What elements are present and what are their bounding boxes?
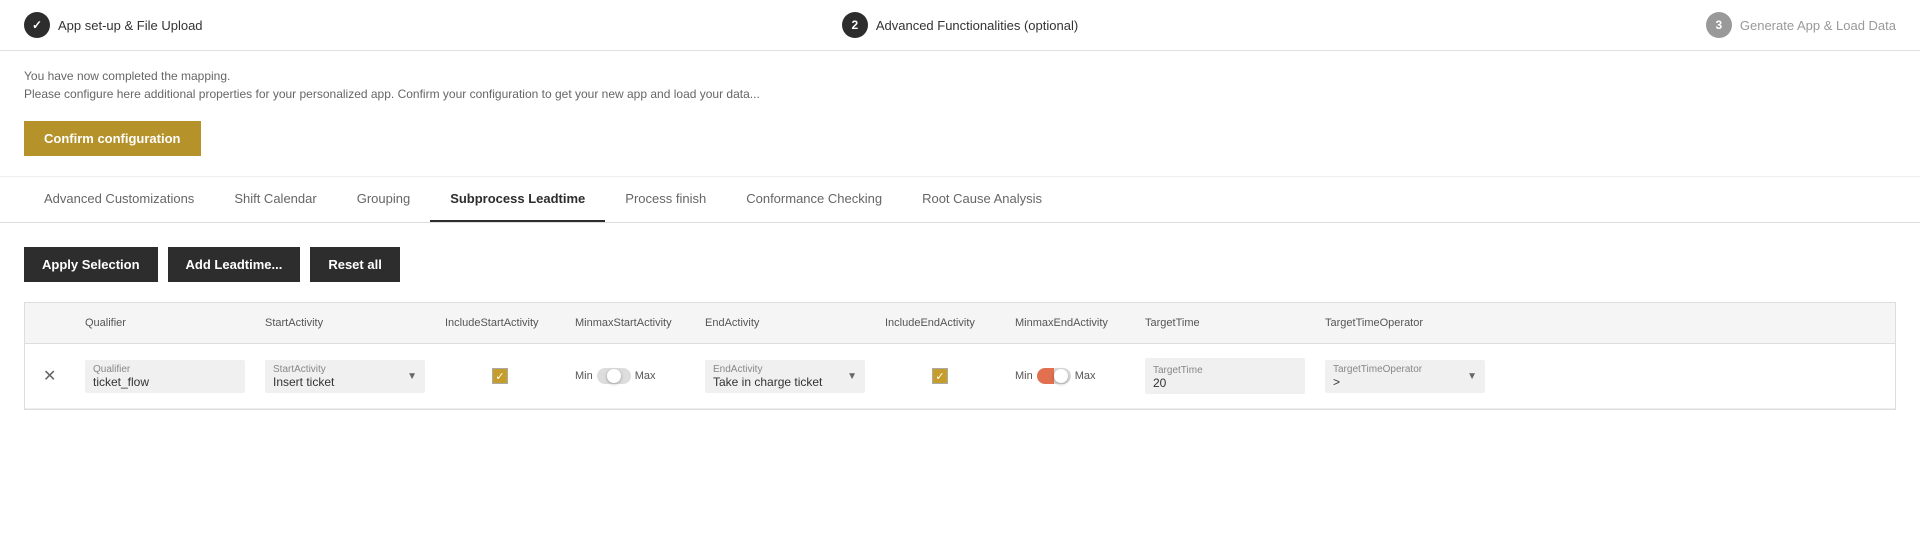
start-activity-label: StartActivity [273,364,407,375]
tab-advanced-customizations[interactable]: Advanced Customizations [24,177,214,222]
qualifier-field[interactable]: Qualifier ticket_flow [85,360,245,393]
start-activity-select[interactable]: StartActivity Insert ticket ▼ [265,360,425,393]
end-activity-select[interactable]: EndActivity Take in charge ticket ▼ [705,360,865,393]
delete-button[interactable]: ✕ [35,364,64,388]
start-activity-cell: StartActivity Insert ticket ▼ [255,356,435,397]
step3: 3 Generate App & Load Data [1272,12,1896,38]
add-leadtime-button[interactable]: Add Leadtime... [168,247,301,282]
end-activity-arrow-icon: ▼ [847,371,857,382]
include-end-checkbox[interactable]: ✓ [932,368,948,384]
include-start-cell: ✓ [435,364,565,388]
tab-subprocess-leadtime[interactable]: Subprocess Leadtime [430,177,605,222]
tabs-bar: Advanced Customizations Shift Calendar G… [0,177,1920,223]
max-start-label: Max [635,370,656,382]
target-time-label: TargetTime [1153,365,1203,376]
message-area: You have now completed the mapping. Plea… [0,51,1920,113]
minmax-start-cell: Min Max [565,364,695,388]
end-activity-value: Take in charge ticket [713,375,822,389]
data-table: Qualifier StartActivity IncludeStartActi… [24,302,1896,410]
target-time-op-arrow-icon: ▼ [1467,371,1477,382]
include-end-cell: ✓ [875,364,1005,388]
step3-circle: 3 [1706,12,1732,38]
th-include-start: IncludeStartActivity [435,311,565,335]
qualifier-field-label: Qualifier [93,364,237,375]
action-buttons: Apply Selection Add Leadtime... Reset al… [24,247,1896,282]
include-start-checkbox[interactable]: ✓ [492,368,508,384]
tab-conformance-checking[interactable]: Conformance Checking [726,177,902,222]
target-time-field[interactable]: TargetTime 20 [1145,358,1305,394]
th-include-end: IncludeEndActivity [875,311,1005,335]
th-target-time-op: TargetTimeOperator [1315,311,1495,335]
target-time-cell: TargetTime 20 [1135,354,1315,398]
step2-label: Advanced Functionalities (optional) [876,18,1078,33]
step2-circle: 2 [842,12,868,38]
target-time-op-value: > [1333,375,1340,389]
step1-label: App set-up & File Upload [58,18,203,33]
toggle-thumb-end [1054,369,1068,383]
top-nav: ✓ App set-up & File Upload 2 Advanced Fu… [0,0,1920,51]
step1-circle: ✓ [24,12,50,38]
tab-grouping[interactable]: Grouping [337,177,430,222]
end-activity-cell: EndActivity Take in charge ticket ▼ [695,356,875,397]
qualifier-cell: Qualifier ticket_flow [75,356,255,397]
step1: ✓ App set-up & File Upload [24,12,648,38]
target-time-op-cell: TargetTimeOperator > ▼ [1315,356,1495,397]
th-end-activity: EndActivity [695,311,875,335]
start-activity-value: Insert ticket [273,375,334,389]
tab-root-cause-analysis[interactable]: Root Cause Analysis [902,177,1062,222]
th-target-time: TargetTime [1135,311,1315,335]
content-area: Apply Selection Add Leadtime... Reset al… [0,223,1920,434]
minmax-start-toggle: Min Max [575,368,685,384]
th-qualifier: Qualifier [75,311,255,335]
qualifier-field-value: ticket_flow [93,375,149,389]
end-activity-label: EndActivity [713,364,847,375]
target-time-op-select[interactable]: TargetTimeOperator > ▼ [1325,360,1485,393]
min-start-label: Min [575,370,593,382]
message-text: You have now completed the mapping. Plea… [24,67,1896,103]
minmax-end-cell: Min Max [1005,364,1135,388]
th-start-activity: StartActivity [255,311,435,335]
max-end-label: Max [1075,370,1096,382]
delete-cell: ✕ [25,360,75,392]
toggle-thumb-start [607,369,621,383]
table-row: ✕ Qualifier ticket_flow StartActivity In… [25,344,1895,409]
reset-all-button[interactable]: Reset all [310,247,399,282]
th-delete [25,311,75,335]
th-minmax-start: MinmaxStartActivity [565,311,695,335]
tab-shift-calendar[interactable]: Shift Calendar [214,177,336,222]
minmax-end-toggle: Min Max [1015,368,1125,384]
minmax-end-track[interactable] [1037,368,1071,384]
table-header: Qualifier StartActivity IncludeStartActi… [25,303,1895,344]
target-time-op-label: TargetTimeOperator [1333,364,1467,375]
th-minmax-end: MinmaxEndActivity [1005,311,1135,335]
tab-process-finish[interactable]: Process finish [605,177,726,222]
start-activity-arrow-icon: ▼ [407,371,417,382]
step2: 2 Advanced Functionalities (optional) [648,12,1272,38]
minmax-start-track[interactable] [597,368,631,384]
min-end-label: Min [1015,370,1033,382]
step3-label: Generate App & Load Data [1740,18,1896,33]
apply-selection-button[interactable]: Apply Selection [24,247,158,282]
target-time-value: 20 [1153,376,1297,390]
confirm-button[interactable]: Confirm configuration [24,121,201,156]
